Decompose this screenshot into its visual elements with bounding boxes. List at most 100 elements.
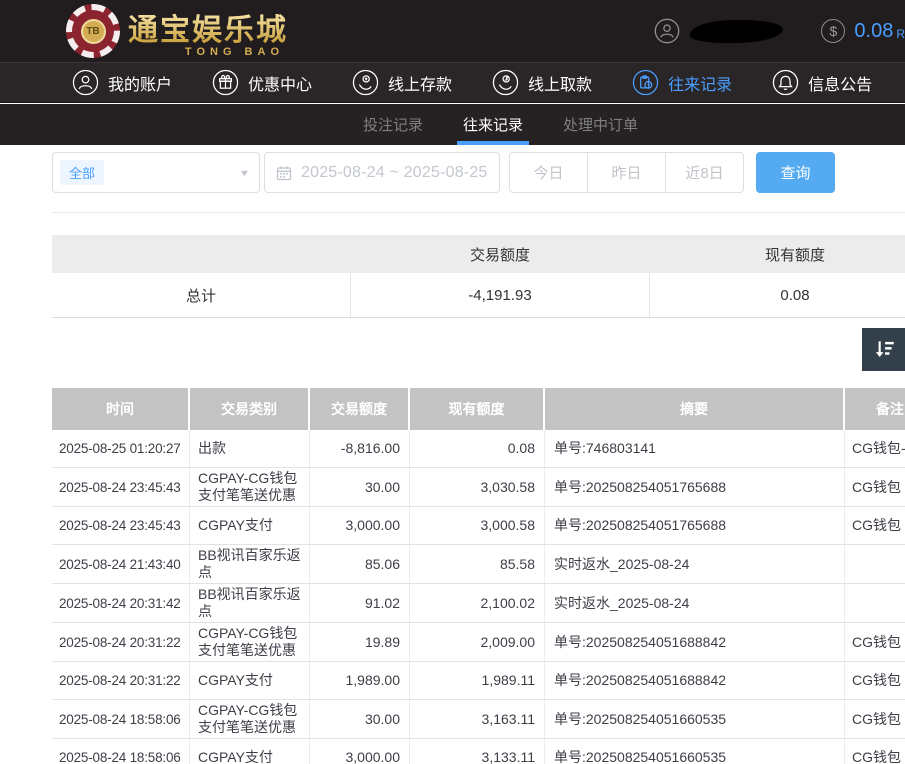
cell-summary: 单号:202508254051688842: [545, 623, 845, 661]
bell-icon: [772, 69, 799, 96]
summary-header-row: 交易额度 现有额度: [52, 235, 905, 273]
cell-balance: 3,133.11: [410, 739, 545, 764]
date-range-input[interactable]: 2025-08-24 ~ 2025-08-25: [264, 152, 500, 193]
cell-time: 2025-08-24 21:43:40: [52, 545, 190, 583]
cell-summary: 实时返水_2025-08-24: [545, 545, 845, 583]
cell-amount: 19.89: [310, 623, 410, 661]
brand-name: 通宝娱乐城: [128, 5, 288, 49]
nav-item-withdraw[interactable]: 线上取款: [492, 69, 592, 96]
query-button[interactable]: 查询: [756, 152, 835, 193]
cell-summary: 单号:746803141: [545, 430, 845, 467]
cell-remark: CG钱包: [845, 739, 905, 764]
cell-amount: 30.00: [310, 468, 410, 506]
last-8-days-button[interactable]: 近8日: [665, 152, 744, 193]
cell-amount: 3,000.00: [310, 739, 410, 764]
col-header-balance: 现有额度: [410, 388, 545, 430]
account-icon: [72, 69, 99, 96]
cell-time: 2025-08-24 23:45:43: [52, 507, 190, 544]
calendar-icon: [276, 165, 292, 181]
main-nav: 我的账户 优惠中心 线上存款 线上取款 往来记录: [0, 62, 905, 103]
nav-item-deposit[interactable]: 线上存款: [352, 69, 452, 96]
records-table: 时间 交易类别 交易额度 现有额度 摘要 备注 2025-08-25 01:20…: [52, 388, 905, 764]
nav-item-my-account[interactable]: 我的账户: [72, 69, 172, 96]
filter-row: 全部 ▼ 2025-08-24 ~ 2025-08-25 今日 昨日 近8日 查…: [52, 152, 835, 193]
selected-type-tag[interactable]: 全部: [60, 160, 104, 185]
cell-type: CGPAY-CG钱包支付笔笔送优惠: [190, 468, 310, 506]
page: TB 通宝娱乐城 TONG BAO $ 0.08 R 我的账户: [0, 0, 905, 764]
nav-item-announcements[interactable]: 信息公告: [772, 69, 872, 96]
summary-table: 交易额度 现有额度 总计 -4,191.93 0.08: [52, 235, 905, 318]
cell-type: CGPAY-CG钱包支付笔笔送优惠: [190, 700, 310, 738]
user-icon: [654, 18, 680, 44]
brand-latin: TONG BAO: [128, 46, 288, 58]
cell-amount: 85.06: [310, 545, 410, 583]
table-row: 2025-08-24 20:31:42 BB视讯百家乐返点 91.02 2,10…: [52, 584, 905, 623]
nav-item-transaction-records[interactable]: 往来记录: [632, 69, 732, 96]
cell-balance: 2,009.00: [410, 623, 545, 661]
cell-summary: 单号:202508254051688842: [545, 662, 845, 699]
table-row: 2025-08-24 21:43:40 BB视讯百家乐返点 85.06 85.5…: [52, 545, 905, 584]
cell-type: CGPAY支付: [190, 507, 310, 544]
nav-label: 信息公告: [808, 71, 872, 95]
nav-label: 线上存款: [388, 71, 452, 95]
nav-label: 优惠中心: [248, 71, 312, 95]
cell-amount: -8,816.00: [310, 430, 410, 467]
table-row: 2025-08-24 18:58:06 CGPAY-CG钱包支付笔笔送优惠 30…: [52, 700, 905, 739]
redacted-username: [690, 18, 784, 43]
cell-balance: 0.08: [410, 430, 545, 467]
cell-type: BB视讯百家乐返点: [190, 584, 310, 622]
section-divider: [52, 212, 905, 213]
tab-processing-orders[interactable]: 处理中订单: [557, 104, 644, 145]
cell-balance: 3,030.58: [410, 468, 545, 506]
cell-time: 2025-08-24 20:31:22: [52, 623, 190, 661]
cell-summary: 单号:202508254051660535: [545, 700, 845, 738]
summary-header-amount: 交易额度: [350, 235, 650, 273]
records-icon: [632, 69, 659, 96]
cell-remark: CG钱包: [845, 623, 905, 661]
cell-type: CGPAY-CG钱包支付笔笔送优惠: [190, 623, 310, 661]
cell-balance: 85.58: [410, 545, 545, 583]
cell-amount: 30.00: [310, 700, 410, 738]
brand-logo[interactable]: TB 通宝娱乐城 TONG BAO: [66, 4, 288, 58]
table-row: 2025-08-24 20:31:22 CGPAY-CG钱包支付笔笔送优惠 19…: [52, 623, 905, 662]
cell-type: CGPAY支付: [190, 739, 310, 764]
sort-descending-button[interactable]: [862, 328, 905, 371]
summary-total-amount: -4,191.93: [350, 273, 650, 317]
tab-betting-records[interactable]: 投注记录: [357, 104, 429, 145]
summary-header-empty: [52, 235, 350, 273]
cell-remark: CG钱包: [845, 662, 905, 699]
cell-time: 2025-08-24 18:58:06: [52, 739, 190, 764]
topbar: TB 通宝娱乐城 TONG BAO $ 0.08 R: [0, 0, 905, 62]
today-button[interactable]: 今日: [509, 152, 588, 193]
withdraw-icon: [492, 69, 519, 96]
sort-descending-icon: [871, 337, 897, 363]
tab-transaction-records[interactable]: 往来记录: [457, 104, 529, 145]
cell-time: 2025-08-24 20:31:42: [52, 584, 190, 622]
topbar-account: $ 0.08 R: [654, 18, 905, 44]
table-header-row: 时间 交易类别 交易额度 现有额度 摘要 备注: [52, 388, 905, 430]
table-row: 2025-08-24 23:45:43 CGPAY支付 3,000.00 3,0…: [52, 507, 905, 545]
deposit-icon: [352, 69, 379, 96]
summary-header-balance: 现有额度: [650, 235, 905, 273]
date-range-value: 2025-08-24 ~ 2025-08-25: [301, 164, 488, 182]
cell-balance: 3,000.58: [410, 507, 545, 544]
cell-summary: 单号:202508254051765688: [545, 507, 845, 544]
sub-nav: 投注记录 往来记录 处理中订单: [0, 104, 905, 145]
col-header-amount: 交易额度: [310, 388, 410, 430]
nav-label: 往来记录: [668, 71, 732, 95]
cell-remark: CG钱包: [845, 700, 905, 738]
table-row: 2025-08-24 20:31:22 CGPAY支付 1,989.00 1,9…: [52, 662, 905, 700]
balance-currency: R: [896, 27, 905, 41]
cell-amount: 1,989.00: [310, 662, 410, 699]
table-row: 2025-08-25 01:20:27 出款 -8,816.00 0.08 单号…: [52, 430, 905, 468]
table-row: 2025-08-24 18:58:06 CGPAY支付 3,000.00 3,1…: [52, 739, 905, 764]
nav-label: 线上取款: [528, 71, 592, 95]
cell-type: BB视讯百家乐返点: [190, 545, 310, 583]
yesterday-button[interactable]: 昨日: [587, 152, 666, 193]
dollar-icon: $: [821, 19, 845, 43]
poker-chip-icon: TB: [66, 4, 120, 58]
type-select-dropdown[interactable]: 全部 ▼: [52, 152, 260, 193]
tab-label: 往来记录: [463, 114, 523, 135]
cell-remark: CG钱包-24: [845, 430, 905, 467]
nav-item-promotions[interactable]: 优惠中心: [212, 69, 312, 96]
